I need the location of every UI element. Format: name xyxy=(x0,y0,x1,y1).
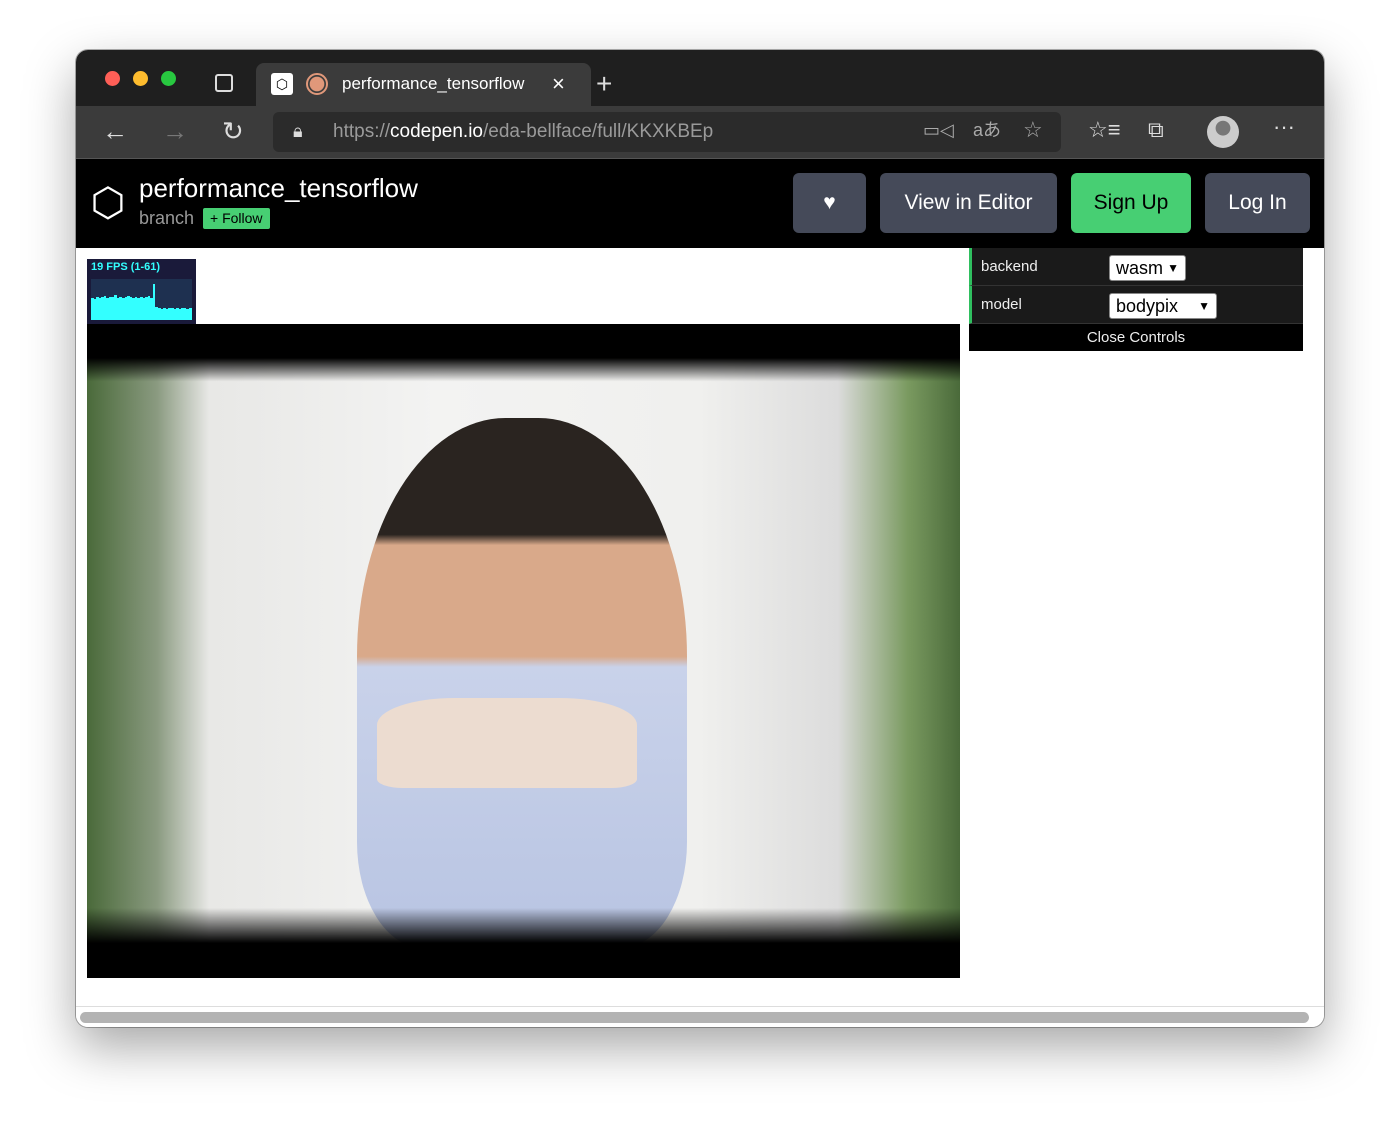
add-favorite-icon[interactable]: ☆ xyxy=(1023,119,1043,141)
model-row: model bodypix ▼ xyxy=(969,286,1303,324)
horizontal-scrollbar[interactable] xyxy=(80,1012,1309,1023)
book-shape xyxy=(377,698,637,788)
controls-panel: backend wasm ▼ model bodypix ▼ Close Contr… xyxy=(969,248,1303,351)
author-name[interactable]: branch xyxy=(139,208,194,229)
fps-graph xyxy=(91,279,192,320)
person-silhouette xyxy=(357,418,687,943)
codepen-logo-icon[interactable]: ⬡ xyxy=(86,181,130,225)
close-window-button[interactable] xyxy=(105,71,120,86)
video-canvas xyxy=(87,324,960,978)
browser-window: ⬡ performance_tensorflow × + ← → ↻ 🔒︎ ht… xyxy=(76,50,1324,1027)
url-path: /eda-bellface/full/KKXKBEp xyxy=(483,121,714,142)
fps-stats-panel[interactable]: 19 FPS (1-61) xyxy=(87,259,196,324)
maximize-window-button[interactable] xyxy=(161,71,176,86)
fps-label: 19 FPS (1-61) xyxy=(91,261,161,273)
chevron-down-icon: ▼ xyxy=(1167,261,1179,275)
like-button[interactable]: ♥ xyxy=(793,173,866,233)
toolbar: ← → ↻ 🔒︎ https://codepen.io/eda-bellface… xyxy=(76,106,1324,159)
tab-bar: ⬡ performance_tensorflow × + xyxy=(76,50,1324,106)
view-in-editor-button[interactable]: View in Editor xyxy=(880,173,1057,233)
new-tab-icon[interactable]: + xyxy=(596,70,612,98)
profile-avatar[interactable] xyxy=(1207,116,1239,148)
collections-icon[interactable]: ⧉ xyxy=(1148,119,1164,141)
close-controls-button[interactable]: Close Controls xyxy=(969,324,1303,351)
heart-icon: ♥ xyxy=(823,191,836,214)
pen-title: performance_tensorflow xyxy=(139,173,418,203)
lock-icon: 🔒︎ xyxy=(293,121,303,141)
follow-button[interactable]: + Follow xyxy=(203,208,270,229)
follow-label: Follow xyxy=(222,210,263,226)
model-select[interactable]: bodypix ▼ xyxy=(1109,293,1217,319)
tab-title: performance_tensorflow xyxy=(342,74,525,93)
translate-icon[interactable]: aあ xyxy=(973,121,1001,139)
camera-icon[interactable]: ▭◁ xyxy=(923,121,954,139)
address-bar[interactable]: 🔒︎ https://codepen.io/eda-bellface/full/… xyxy=(273,112,1061,152)
sign-up-button[interactable]: Sign Up xyxy=(1071,173,1191,233)
minimize-window-button[interactable] xyxy=(133,71,148,86)
backend-label: backend xyxy=(981,258,1038,275)
backend-select[interactable]: wasm ▼ xyxy=(1109,255,1186,281)
reload-icon[interactable]: ↻ xyxy=(222,118,244,144)
recording-icon xyxy=(306,73,328,95)
favorites-icon[interactable]: ☆≡ xyxy=(1088,119,1121,141)
codepen-header: ⬡ performance_tensorflow branch + Follow… xyxy=(76,159,1324,248)
chevron-down-icon: ▼ xyxy=(1198,299,1210,313)
divider xyxy=(76,1006,1324,1007)
back-icon[interactable]: ← xyxy=(102,118,128,144)
backend-value: wasm xyxy=(1116,257,1164,278)
codepen-favicon-icon: ⬡ xyxy=(271,73,293,95)
backend-row: backend wasm ▼ xyxy=(969,248,1303,286)
tab-actions-icon[interactable] xyxy=(215,74,233,92)
url-scheme: https:// xyxy=(333,121,391,142)
pen-content: 19 FPS (1-61) backend wasm ▼ model bodypi… xyxy=(76,248,1324,1027)
more-menu-icon[interactable]: ··· xyxy=(1273,116,1295,138)
log-in-button[interactable]: Log In xyxy=(1205,173,1310,233)
forward-icon[interactable]: → xyxy=(162,118,188,144)
model-label: model xyxy=(981,296,1022,313)
model-value: bodypix xyxy=(1116,295,1179,316)
segmented-person-photo xyxy=(87,358,960,943)
url-domain: codepen.io xyxy=(390,121,483,142)
plus-icon: + xyxy=(210,210,223,226)
tab-close-icon[interactable]: × xyxy=(552,71,565,97)
tab-active[interactable]: ⬡ performance_tensorflow × xyxy=(256,63,591,106)
fps-bar xyxy=(188,308,192,320)
